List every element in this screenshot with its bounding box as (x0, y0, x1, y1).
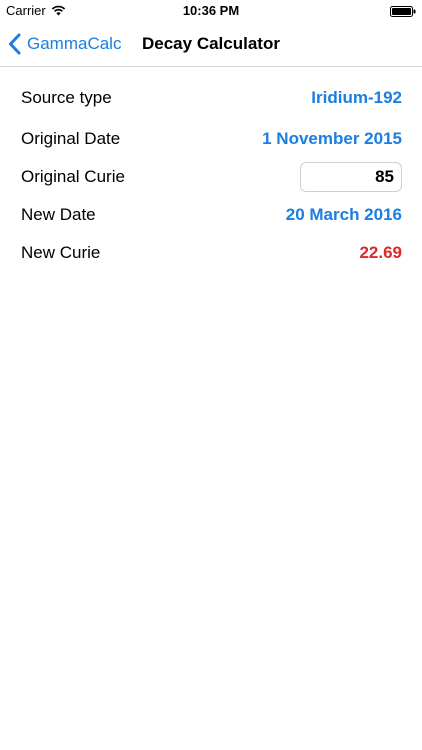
status-bar: Carrier 10:36 PM (0, 0, 422, 22)
original-curie-row: Original Curie (21, 158, 402, 196)
new-date-row: New Date 20 March 2016 (21, 196, 402, 234)
new-curie-row: New Curie 22.69 (21, 234, 402, 272)
new-date-value[interactable]: 20 March 2016 (286, 205, 402, 225)
source-type-row: Source type Iridium-192 (21, 79, 402, 117)
status-time: 10:36 PM (182, 3, 240, 18)
new-date-label: New Date (21, 205, 96, 224)
source-type-label: Source type (21, 88, 112, 107)
page-title: Decay Calculator (142, 34, 280, 53)
back-button-label: GammaCalc (27, 34, 122, 53)
original-date-row: Original Date 1 November 2015 (21, 120, 402, 158)
original-curie-label: Original Curie (21, 167, 125, 186)
new-curie-label: New Curie (21, 243, 101, 262)
original-curie-input[interactable] (300, 162, 402, 192)
navigation-bar: GammaCalc Decay Calculator (0, 22, 422, 67)
back-button[interactable]: GammaCalc (8, 22, 121, 66)
battery-icon (390, 6, 416, 17)
new-curie-value: 22.69 (359, 243, 402, 262)
source-type-value[interactable]: Iridium-192 (311, 88, 402, 108)
original-date-value[interactable]: 1 November 2015 (262, 129, 402, 149)
original-date-label: Original Date (21, 129, 121, 148)
chevron-left-icon (9, 33, 21, 55)
